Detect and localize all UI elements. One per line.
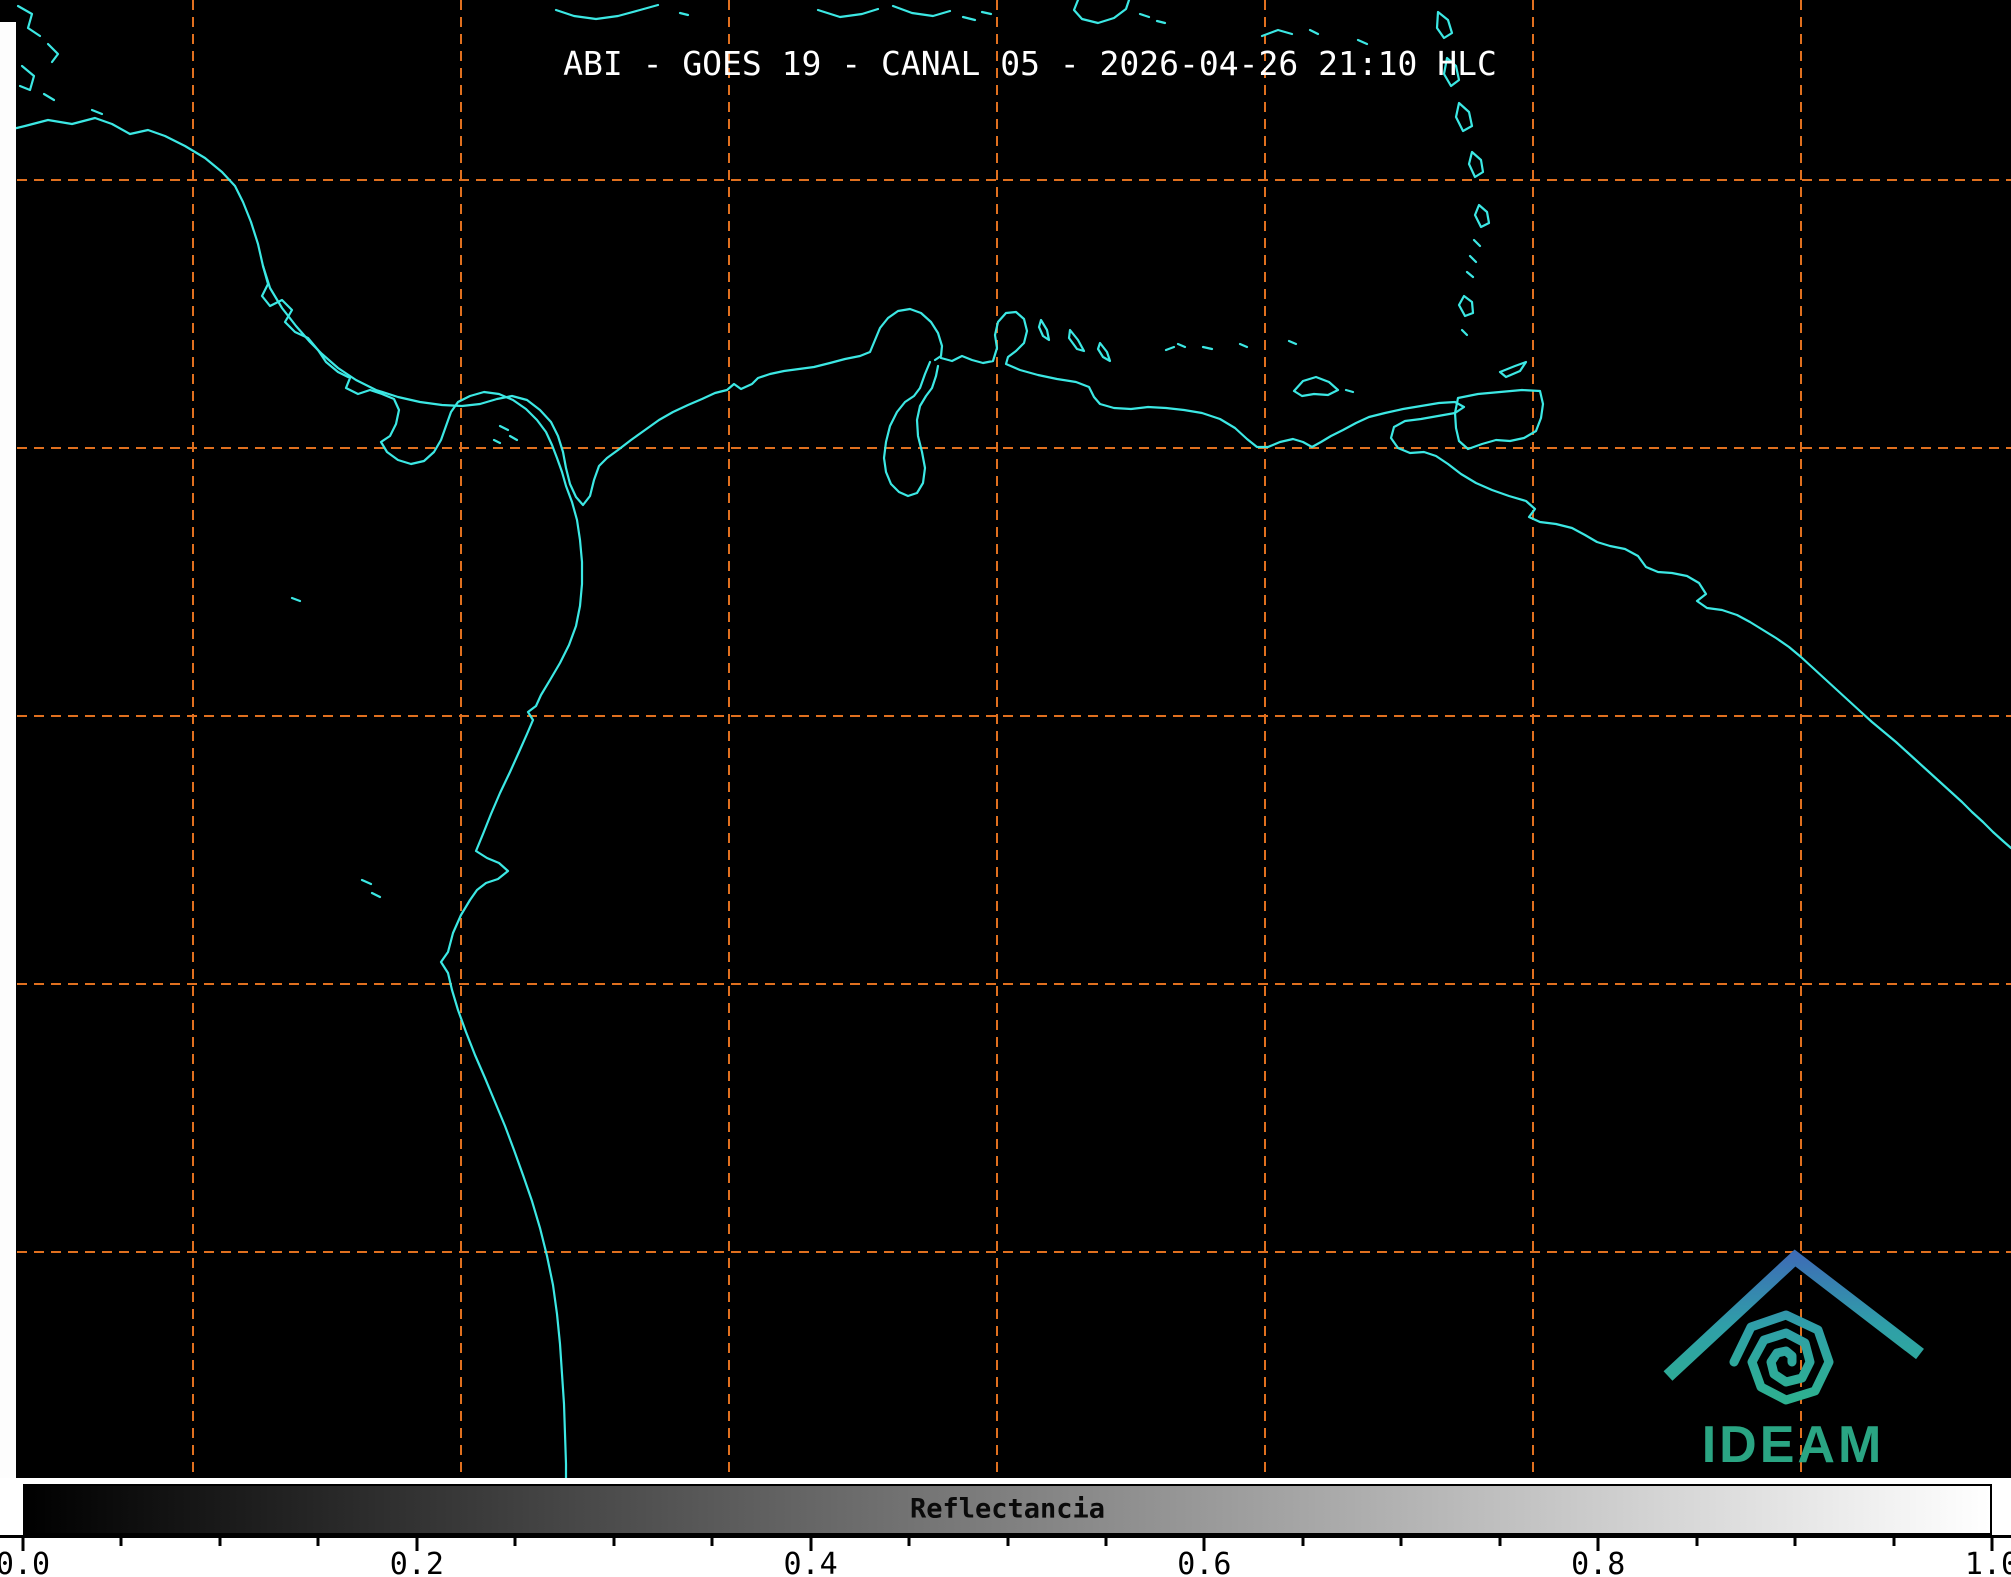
coastline [1039,320,1110,361]
coastline [1500,362,1526,377]
colorbar-gradient: Reflectancia [23,1484,1992,1535]
coastline [884,362,938,496]
colorbar-minor-tick [1794,1538,1797,1546]
colorbar-tick-label: 0.8 [1571,1547,1625,1577]
coastline [1467,240,1480,277]
colorbar-minor-tick [120,1538,123,1546]
coastline [1455,390,1543,449]
colorbar-tick-label: 0.6 [1177,1547,1231,1577]
colorbar-minor-tick [711,1538,714,1546]
colorbar-tick-label: 1.0 [1965,1547,2011,1577]
colorbar-label: Reflectancia [910,1493,1105,1524]
coastline [1459,296,1473,316]
coastline [1475,205,1489,227]
colorbar-minor-tick [1695,1538,1698,1546]
coastline [1437,12,1452,38]
ideam-logo-text: IDEAM [1702,1416,1885,1474]
ideam-logo: IDEAM [1640,1235,1940,1475]
colorbar-minor-tick [1498,1538,1501,1546]
colorbar-minor-tick [612,1538,615,1546]
coastline [18,6,102,114]
colorbar-minor-tick [1104,1538,1107,1546]
coastline [1294,377,1353,396]
coastline [292,598,380,897]
coastline [1262,30,1367,44]
colorbar-minor-tick [514,1538,517,1546]
colorbar-minor-tick [1400,1538,1403,1546]
colorbar-minor-tick [1301,1538,1304,1546]
coastline [1456,103,1472,131]
coastline [818,6,991,20]
satellite-image-viewport: ABI - GOES 19 - CANAL 05 - 2026-04-26 21… [0,0,2011,1577]
colorbar-tick-label: 0.4 [784,1547,838,1577]
coastline [1074,0,1165,23]
coastline [1469,152,1483,177]
colorbar-minor-tick [1892,1538,1895,1546]
coastline [1462,330,1467,335]
colorbar-minor-tick [908,1538,911,1546]
hurricane-spiral-icon [1734,1315,1829,1400]
colorbar-minor-tick [218,1538,221,1546]
colorbar-margin: Reflectancia 0.0 0.2 0.4 0.6 0.8 1.0 [0,1478,2011,1577]
page-title: ABI - GOES 19 - CANAL 05 - 2026-04-26 21… [563,44,1497,83]
bright-edge-strip [0,22,16,1478]
colorbar-tick-label: 0.0 [0,1547,50,1577]
coastline [941,312,2011,848]
coastline [1166,341,1296,350]
colorbar-minor-tick [1006,1538,1009,1546]
coastline [494,426,517,443]
colorbar-tick-label: 0.2 [390,1547,444,1577]
colorbar-minor-tick [317,1538,320,1546]
map-area: ABI - GOES 19 - CANAL 05 - 2026-04-26 21… [0,0,2011,1478]
coastline [0,118,942,505]
coastline [556,5,688,19]
